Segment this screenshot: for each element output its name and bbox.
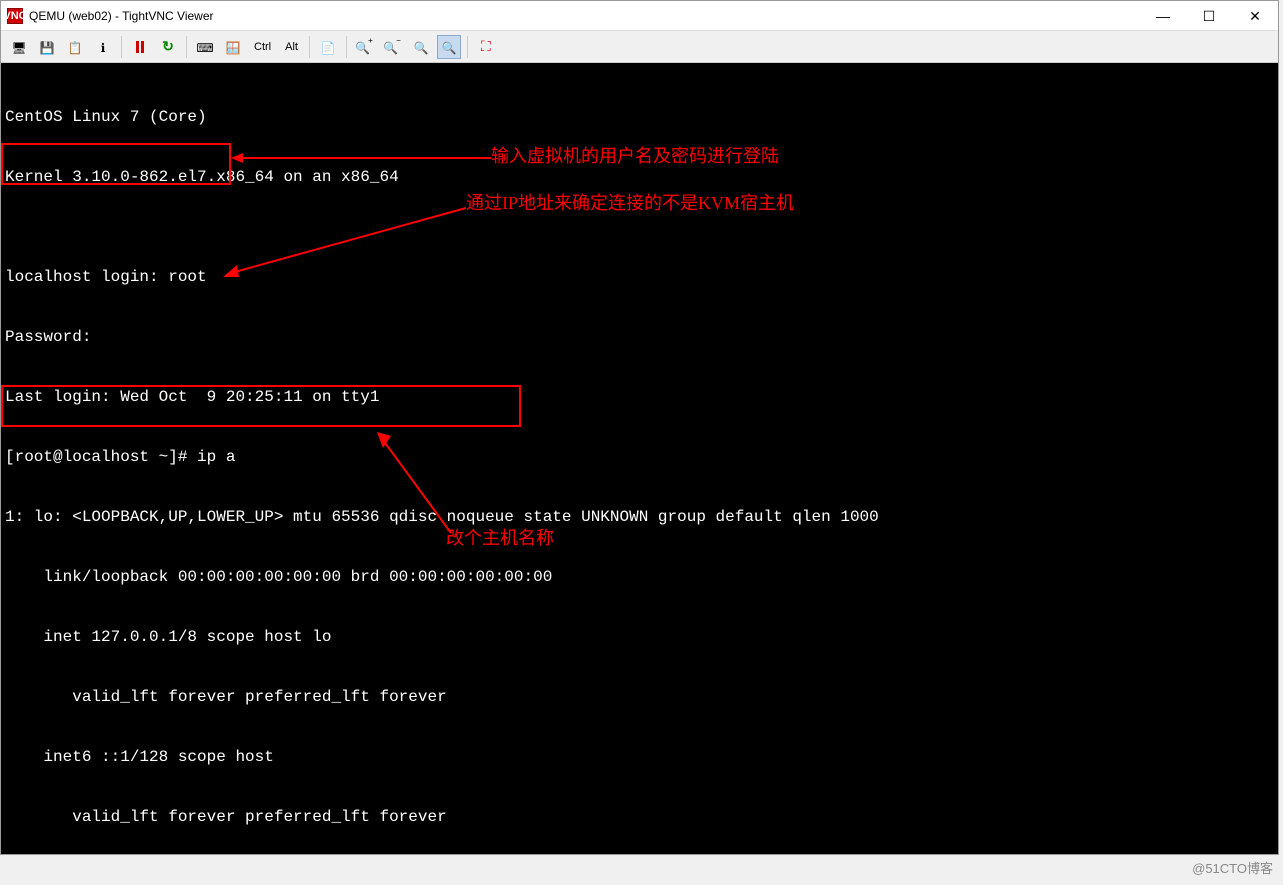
ctrl-key-button[interactable]: Ctrl <box>249 38 276 56</box>
toolbar-separator <box>121 36 122 58</box>
terminal-line: localhost login: root <box>5 267 1274 287</box>
save-icon <box>40 39 55 55</box>
alt-key-button[interactable]: Alt <box>280 38 303 56</box>
window-title: QEMU (web02) - TightVNC Viewer <box>29 9 1140 23</box>
titlebar[interactable]: VNC QEMU (web02) - TightVNC Viewer — ☐ ✕ <box>1 1 1278 31</box>
toolbar-separator <box>309 36 310 58</box>
terminal-line: CentOS Linux 7 (Core) <box>5 107 1274 127</box>
pause-button[interactable] <box>128 35 152 59</box>
terminal-line: Kernel 3.10.0-862.el7.x86_64 on an x86_6… <box>5 167 1274 187</box>
terminal-line: link/loopback 00:00:00:00:00:00 brd 00:0… <box>5 567 1274 587</box>
zoom-100-icon <box>413 39 428 55</box>
connect-icon <box>11 39 26 55</box>
toolbar-separator <box>467 36 468 58</box>
maximize-button[interactable]: ☐ <box>1186 1 1232 31</box>
file-transfer-button[interactable] <box>316 35 340 59</box>
annotation-label-ip: 通过IP地址来确定连接的不是KVM宿主机 <box>466 193 794 213</box>
watermark: @51CTO博客 <box>1192 858 1273 877</box>
terminal-line: Password: <box>5 327 1274 347</box>
toolbar: Ctrl Alt + − <box>1 31 1278 63</box>
zoom-out-button[interactable]: − <box>381 35 405 59</box>
annotation-label-hostname: 改个主机名称 <box>446 528 554 548</box>
ctrl-esc-button[interactable] <box>221 35 245 59</box>
keyboard-icon <box>196 39 213 55</box>
refresh-icon <box>162 38 174 55</box>
info-icon <box>101 39 106 55</box>
zoom-auto-icon <box>441 39 456 55</box>
fullscreen-button[interactable] <box>474 35 498 59</box>
start-menu-icon <box>226 39 241 55</box>
annotation-label-login: 输入虚拟机的用户名及密码进行登陆 <box>491 146 779 166</box>
terminal-line: 1: lo: <LOOPBACK,UP,LOWER_UP> mtu 65536 … <box>5 507 1274 527</box>
terminal-line: Last login: Wed Oct 9 20:25:11 on tty1 <box>5 387 1274 407</box>
file-icon <box>320 39 335 55</box>
terminal-line: inet 127.0.0.1/8 scope host lo <box>5 627 1274 647</box>
terminal-viewport[interactable]: CentOS Linux 7 (Core) Kernel 3.10.0-862.… <box>1 63 1278 854</box>
zoom-in-button[interactable]: + <box>353 35 377 59</box>
window-controls: — ☐ ✕ <box>1140 1 1278 30</box>
zoom-100-button[interactable] <box>409 35 433 59</box>
info-button[interactable] <box>91 35 115 59</box>
terminal-line: inet6 ::1/128 scope host <box>5 747 1274 767</box>
minimize-button[interactable]: — <box>1140 1 1186 31</box>
zoom-auto-button[interactable] <box>437 35 461 59</box>
app-icon: VNC <box>7 8 23 24</box>
save-button[interactable] <box>35 35 59 59</box>
terminal-line: [root@localhost ~]# ip a <box>5 447 1274 467</box>
toolbar-separator <box>346 36 347 58</box>
ctrl-alt-del-button[interactable] <box>193 35 217 59</box>
fullscreen-icon <box>481 38 491 55</box>
terminal-line: valid_lft forever preferred_lft forever <box>5 687 1274 707</box>
vnc-window: VNC QEMU (web02) - TightVNC Viewer — ☐ ✕… <box>0 0 1279 855</box>
options-icon <box>68 39 83 55</box>
options-button[interactable] <box>63 35 87 59</box>
annotation-arrow <box>231 148 491 168</box>
pause-icon <box>136 41 144 53</box>
terminal-line: valid_lft forever preferred_lft forever <box>5 807 1274 827</box>
new-connection-button[interactable] <box>7 35 31 59</box>
close-button[interactable]: ✕ <box>1232 1 1278 31</box>
toolbar-separator <box>186 36 187 58</box>
refresh-button[interactable] <box>156 35 180 59</box>
